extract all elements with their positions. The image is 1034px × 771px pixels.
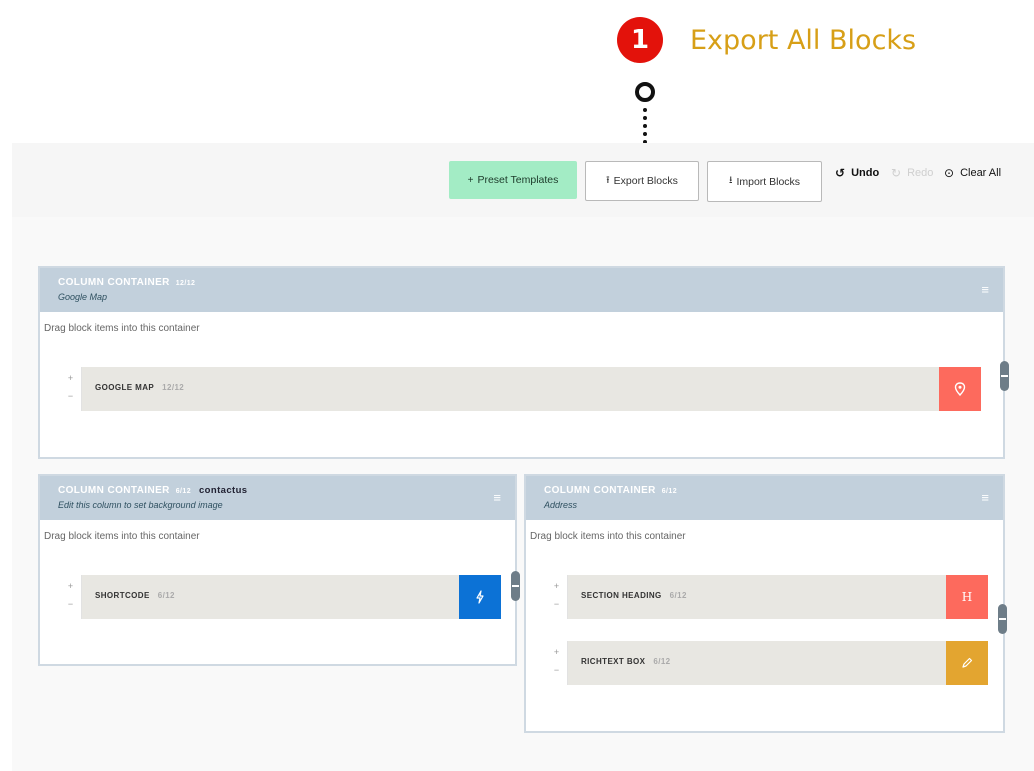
page-builder: + Preset Templates ⭱ Export Blocks ⭳ Imp… <box>12 143 1034 771</box>
block-fraction: 6/12 <box>669 591 687 600</box>
undo-label: Undo <box>851 167 880 179</box>
import-blocks-label: Import Blocks <box>736 175 801 188</box>
decrease-size-button[interactable]: − <box>546 665 567 675</box>
resize-handle[interactable] <box>998 604 1007 634</box>
increase-size-button[interactable]: + <box>546 647 567 657</box>
pencil-icon[interactable] <box>946 641 988 685</box>
upload-icon: ⭱ <box>606 174 610 186</box>
decrease-size-button[interactable]: − <box>546 599 567 609</box>
container-subtitle: Edit this column to set background image <box>58 500 223 510</box>
container-title-text: COLUMN CONTAINER <box>58 485 170 496</box>
resize-handle[interactable] <box>511 571 520 601</box>
column-container-google-map[interactable]: COLUMN CONTAINER 12/12 Google Map ≡ Drag … <box>38 266 1005 459</box>
column-container-address[interactable]: COLUMN CONTAINER 6/12 Address ≡ Drag bloc… <box>524 474 1005 733</box>
callout-text: Export All Blocks <box>690 24 917 56</box>
container-fraction: 12/12 <box>175 280 196 287</box>
preset-templates-label: Preset Templates <box>477 174 559 186</box>
resize-handle[interactable] <box>1000 361 1009 391</box>
increase-size-button[interactable]: + <box>546 581 567 591</box>
block-label: SHORTCODE 6/12 <box>95 591 175 600</box>
block-shortcode[interactable]: + − SHORTCODE 6/12 <box>60 575 501 619</box>
plus-icon: + <box>467 174 474 186</box>
redo-icon: ↻ <box>891 166 902 180</box>
clear-all-label: Clear All <box>960 167 1002 179</box>
block-google-map[interactable]: + − GOOGLE MAP 12/12 <box>60 367 981 411</box>
container-title: COLUMN CONTAINER 6/12 contactus <box>58 485 247 496</box>
export-blocks-button[interactable]: ⭱ Export Blocks <box>585 161 699 201</box>
clear-all-button[interactable]: ⊙ Clear All <box>944 166 1001 180</box>
block-richtext-box[interactable]: + − RICHTEXT BOX 6/12 <box>546 641 988 685</box>
block-label: RICHTEXT BOX 6/12 <box>581 657 671 666</box>
container-fraction: 6/12 <box>661 488 677 495</box>
increase-size-button[interactable]: + <box>60 581 81 591</box>
block-size-controls: + − <box>60 367 82 411</box>
hamburger-menu-icon[interactable]: ≡ <box>981 490 989 505</box>
decrease-size-button[interactable]: − <box>60 391 81 401</box>
map-pin-icon[interactable] <box>939 367 981 411</box>
hamburger-menu-icon[interactable]: ≡ <box>981 282 989 297</box>
block-fraction: 6/12 <box>653 657 671 666</box>
callout-number-badge: 1 <box>617 17 663 63</box>
callout: 1 Export All Blocks <box>617 16 916 64</box>
increase-size-button[interactable]: + <box>60 373 81 383</box>
drag-hint: Drag block items into this container <box>530 531 686 542</box>
undo-icon: ↺ <box>835 166 846 180</box>
container-title-text: COLUMN CONTAINER <box>58 277 170 288</box>
drag-hint: Drag block items into this container <box>44 531 200 542</box>
container-subtitle: Google Map <box>58 292 108 302</box>
block-label-text: GOOGLE MAP <box>95 383 155 392</box>
heading-icon[interactable]: H <box>946 575 988 619</box>
block-size-controls: + − <box>546 575 568 619</box>
container-header[interactable]: COLUMN CONTAINER 6/12 contactus Edit this … <box>40 476 515 520</box>
clear-circle-icon: ⊙ <box>944 166 955 180</box>
block-section-heading[interactable]: + − SECTION HEADING 6/12 H <box>546 575 988 619</box>
bolt-icon[interactable] <box>459 575 501 619</box>
export-blocks-label: Export Blocks <box>613 175 678 187</box>
redo-button[interactable]: ↻ Redo <box>891 166 933 180</box>
block-size-controls: + − <box>546 641 568 685</box>
container-header[interactable]: COLUMN CONTAINER 6/12 Address ≡ <box>526 476 1003 520</box>
redo-label: Redo <box>907 167 934 179</box>
preset-templates-button[interactable]: + Preset Templates <box>449 161 577 199</box>
block-size-controls: + − <box>60 575 82 619</box>
container-title: COLUMN CONTAINER 6/12 <box>544 485 677 496</box>
block-label: GOOGLE MAP 12/12 <box>95 383 184 392</box>
container-tag: contactus <box>199 485 248 496</box>
block-label-text: SHORTCODE <box>95 591 150 600</box>
block-fraction: 12/12 <box>162 383 185 392</box>
container-title: COLUMN CONTAINER 12/12 <box>58 277 195 288</box>
block-label-text: RICHTEXT BOX <box>581 657 646 666</box>
container-title-text: COLUMN CONTAINER <box>544 485 656 496</box>
block-label-text: SECTION HEADING <box>581 591 662 600</box>
block-fraction: 6/12 <box>157 591 175 600</box>
import-blocks-button[interactable]: ⭳ Import Blocks <box>707 161 822 202</box>
drag-hint: Drag block items into this container <box>44 323 200 334</box>
download-icon: ⭳ <box>728 175 733 186</box>
container-header[interactable]: COLUMN CONTAINER 12/12 Google Map ≡ <box>40 268 1003 312</box>
column-container-contactus[interactable]: COLUMN CONTAINER 6/12 contactus Edit this … <box>38 474 517 666</box>
container-subtitle: Address <box>544 500 578 510</box>
container-fraction: 6/12 <box>175 488 191 495</box>
decrease-size-button[interactable]: − <box>60 599 81 609</box>
block-label: SECTION HEADING 6/12 <box>581 591 687 600</box>
hamburger-menu-icon[interactable]: ≡ <box>493 490 501 505</box>
undo-button[interactable]: ↺ Undo <box>835 166 879 180</box>
